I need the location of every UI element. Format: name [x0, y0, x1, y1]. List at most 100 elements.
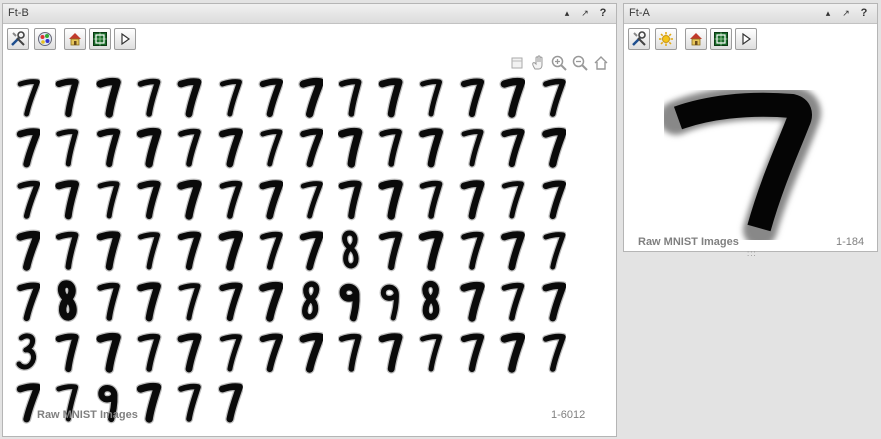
digit-thumbnail[interactable]	[176, 176, 202, 222]
digit-thumbnail[interactable]	[176, 74, 202, 120]
digit-thumbnail[interactable]	[217, 124, 243, 170]
panel-ft-b-titlebar[interactable]: Ft-B ▴ ↗ ?	[3, 4, 616, 24]
digit-thumbnail[interactable]	[136, 176, 162, 222]
minimize-button[interactable]: ▴	[819, 6, 837, 20]
digit-thumbnail[interactable]	[14, 227, 40, 273]
digit-thumbnail[interactable]	[540, 124, 566, 170]
brightness-button[interactable]	[655, 28, 677, 50]
digit-thumbnail[interactable]	[338, 176, 364, 222]
undock-button[interactable]: ↗	[576, 6, 594, 20]
digit-thumbnail[interactable]	[176, 227, 202, 273]
digit-thumbnail[interactable]	[217, 74, 243, 120]
digit-thumbnail[interactable]	[96, 74, 122, 120]
digit-thumbnail[interactable]	[418, 227, 444, 273]
digit-thumbnail[interactable]	[217, 176, 243, 222]
digit-thumbnail[interactable]	[55, 176, 81, 222]
digit-thumbnail[interactable]	[459, 329, 485, 375]
digit-thumbnail[interactable]	[14, 329, 40, 375]
digit-thumbnail[interactable]	[378, 329, 404, 375]
digit-thumbnail[interactable]	[540, 74, 566, 120]
home-button[interactable]	[64, 28, 86, 50]
digit-thumbnail[interactable]	[338, 74, 364, 120]
digit-thumbnail[interactable]	[378, 74, 404, 120]
digit-thumbnail[interactable]	[499, 74, 525, 120]
horizontal-splitter[interactable]: :::	[623, 249, 881, 258]
digit-thumbnail[interactable]	[338, 227, 364, 273]
digit-thumbnail[interactable]	[176, 124, 202, 170]
digit-thumbnail[interactable]	[459, 278, 485, 324]
digit-thumbnail[interactable]	[257, 227, 283, 273]
digit-thumbnail[interactable]	[217, 278, 243, 324]
digit-thumbnail[interactable]	[136, 329, 162, 375]
large-digit-image[interactable]	[659, 85, 834, 247]
digit-thumbnail[interactable]	[257, 124, 283, 170]
digit-thumbnail[interactable]	[499, 124, 525, 170]
digit-thumbnail[interactable]	[540, 278, 566, 324]
digit-thumbnail[interactable]	[176, 278, 202, 324]
digit-thumbnail[interactable]	[540, 176, 566, 222]
digit-thumbnail[interactable]	[297, 227, 323, 273]
home-button[interactable]	[685, 28, 707, 50]
help-button[interactable]: ?	[594, 6, 612, 20]
digit-thumbnail[interactable]	[136, 74, 162, 120]
digit-thumbnail[interactable]	[176, 379, 202, 425]
tools-button[interactable]	[628, 28, 650, 50]
digit-thumbnail[interactable]	[459, 176, 485, 222]
tools-button[interactable]	[7, 28, 29, 50]
digit-thumbnail[interactable]	[499, 176, 525, 222]
digit-thumbnail[interactable]	[297, 176, 323, 222]
digit-thumbnail[interactable]	[55, 329, 81, 375]
digit-thumbnail[interactable]	[96, 278, 122, 324]
digit-thumbnail[interactable]	[136, 278, 162, 324]
digit-thumbnail[interactable]	[55, 74, 81, 120]
zoom-in-icon[interactable]	[550, 54, 568, 72]
digit-thumbnail[interactable]	[55, 124, 81, 170]
digit-thumbnail[interactable]	[459, 74, 485, 120]
digit-thumbnail[interactable]	[136, 227, 162, 273]
digit-thumbnail[interactable]	[418, 329, 444, 375]
digit-thumbnail[interactable]	[499, 329, 525, 375]
pan-icon[interactable]	[529, 54, 547, 72]
digit-thumbnail[interactable]	[136, 379, 162, 425]
digit-thumbnail[interactable]	[136, 124, 162, 170]
panel-ft-a-titlebar[interactable]: Ft-A ▴ ↗ ?	[624, 4, 877, 24]
digit-thumbnail[interactable]	[459, 227, 485, 273]
digit-thumbnail[interactable]	[378, 278, 404, 324]
digit-thumbnail[interactable]	[540, 227, 566, 273]
digit-thumbnail[interactable]	[14, 278, 40, 324]
digit-thumbnail[interactable]	[217, 379, 243, 425]
digit-thumbnail[interactable]	[217, 329, 243, 375]
digit-thumbnail[interactable]	[418, 74, 444, 120]
home-view-icon[interactable]	[592, 54, 610, 72]
digit-thumbnail[interactable]	[96, 124, 122, 170]
zoom-out-icon[interactable]	[571, 54, 589, 72]
digit-image-grid[interactable]	[3, 74, 616, 436]
grid-select-button[interactable]	[89, 28, 111, 50]
digit-thumbnail[interactable]	[14, 176, 40, 222]
digit-thumbnail[interactable]	[257, 74, 283, 120]
digit-thumbnail[interactable]	[96, 329, 122, 375]
digit-thumbnail[interactable]	[257, 176, 283, 222]
play-button[interactable]	[735, 28, 757, 50]
palette-button[interactable]	[34, 28, 56, 50]
digit-thumbnail[interactable]	[499, 227, 525, 273]
digit-thumbnail[interactable]	[55, 278, 81, 324]
digit-thumbnail[interactable]	[540, 329, 566, 375]
help-button[interactable]: ?	[855, 6, 873, 20]
digit-thumbnail[interactable]	[297, 329, 323, 375]
play-button[interactable]	[114, 28, 136, 50]
digit-thumbnail[interactable]	[418, 124, 444, 170]
brush-icon[interactable]	[508, 54, 526, 72]
digit-thumbnail[interactable]	[297, 74, 323, 120]
digit-thumbnail[interactable]	[459, 124, 485, 170]
digit-thumbnail[interactable]	[378, 176, 404, 222]
digit-thumbnail[interactable]	[499, 278, 525, 324]
digit-thumbnail[interactable]	[338, 329, 364, 375]
digit-thumbnail[interactable]	[418, 278, 444, 324]
digit-thumbnail[interactable]	[418, 176, 444, 222]
undock-button[interactable]: ↗	[837, 6, 855, 20]
digit-thumbnail[interactable]	[14, 124, 40, 170]
digit-thumbnail[interactable]	[257, 329, 283, 375]
grid-select-button[interactable]	[710, 28, 732, 50]
digit-thumbnail[interactable]	[217, 227, 243, 273]
